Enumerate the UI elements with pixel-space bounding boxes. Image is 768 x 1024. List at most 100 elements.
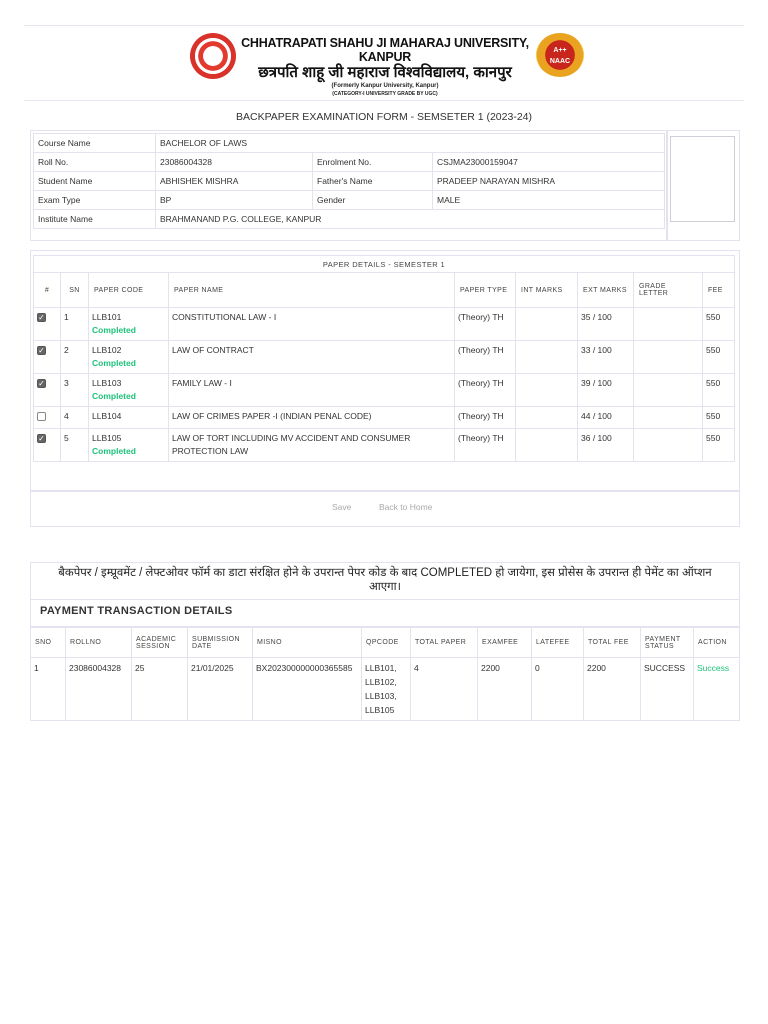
paper-checkbox[interactable] bbox=[37, 412, 46, 421]
university-name-hi: छत्रपति शाहू जी महाराज विश्वविद्यालय, का… bbox=[258, 64, 512, 81]
naac-grade: A++ bbox=[553, 47, 567, 54]
notice-text: बैकपेपर / इम्प्रूवमेंट / लेफ्टओवर फॉर्म … bbox=[30, 562, 740, 600]
paper-checkbox[interactable]: ✓ bbox=[37, 313, 46, 322]
column-header: GRADE LETTER bbox=[633, 272, 703, 308]
institute-name: BRAHMANAND P.G. COLLEGE, KANPUR bbox=[155, 209, 665, 229]
column-header: PAPER CODE bbox=[88, 272, 169, 308]
father-name: PRADEEP NARAYAN MISHRA bbox=[432, 171, 665, 191]
university-logo bbox=[190, 33, 236, 79]
paper-grade bbox=[633, 307, 703, 341]
enrolment-no: CSJMA23000159047 bbox=[432, 152, 665, 172]
payment-title: PAYMENT TRANSACTION DETAILS bbox=[30, 600, 740, 627]
column-header: INT MARKS bbox=[515, 272, 578, 308]
paper-ext: 39 / 100 bbox=[577, 373, 634, 407]
paper-checkbox[interactable]: ✓ bbox=[37, 346, 46, 355]
label: Roll No. bbox=[33, 152, 156, 172]
column-header: TOTAL PAPER bbox=[410, 627, 478, 658]
column-header: LATEFEE bbox=[531, 627, 584, 658]
payment-cell: 21/01/2025 bbox=[187, 657, 253, 721]
roll-no: 23086004328 bbox=[155, 152, 313, 172]
paper-code: LLB105 Completed bbox=[88, 428, 169, 462]
column-header: QPCODE bbox=[361, 627, 411, 658]
divider bbox=[666, 130, 668, 241]
paper-grade bbox=[633, 373, 703, 407]
paper-code: LLB105 bbox=[92, 433, 122, 443]
column-header: SUBMISSION DATE bbox=[187, 627, 253, 658]
formerly-text: (Formerly Kanpur University, Kanpur) bbox=[331, 83, 439, 89]
paper-ext: 36 / 100 bbox=[577, 428, 634, 462]
column-header: MISNO bbox=[252, 627, 362, 658]
paper-ext: 44 / 100 bbox=[577, 406, 634, 429]
action-link[interactable]: Success bbox=[693, 657, 740, 721]
university-name: CHHATRAPATI SHAHU JI MAHARAJ UNIVERSITY,… bbox=[240, 36, 530, 97]
gender: MALE bbox=[432, 190, 665, 210]
select-cell bbox=[33, 406, 61, 429]
paper-int bbox=[515, 340, 578, 374]
table-row: 4 LLB104 LAW OF CRIMES PAPER -I (INDIAN PE… bbox=[33, 406, 735, 429]
payment-cell: 1 bbox=[30, 657, 66, 721]
student-info-table: Course Name BACHELOR OF LAWS Roll No. 2308… bbox=[33, 133, 665, 229]
label: Gender bbox=[312, 190, 433, 210]
column-header: # bbox=[33, 272, 61, 308]
paper-fee: 550 bbox=[702, 373, 735, 407]
paper-code: LLB102 Completed bbox=[88, 340, 169, 374]
paper-code: LLB104 bbox=[92, 411, 122, 421]
category-text: (CATEGORY-I UNIVERSITY GRADE BY UGC) bbox=[332, 91, 438, 97]
paper-name: LAW OF TORT INCLUDING MV ACCIDENT AND CO… bbox=[168, 428, 455, 462]
paper-grade bbox=[633, 340, 703, 374]
select-cell: ✓ bbox=[33, 340, 61, 374]
naac-label: NAAC bbox=[549, 58, 571, 65]
paper-checkbox[interactable]: ✓ bbox=[37, 379, 46, 388]
paper-fee: 550 bbox=[702, 307, 735, 341]
paper-fee: 550 bbox=[702, 406, 735, 429]
exam-type: BP bbox=[155, 190, 313, 210]
paper-type: (Theory) TH bbox=[454, 406, 516, 429]
column-header: ACTION bbox=[693, 627, 740, 658]
status-completed: Completed bbox=[92, 391, 136, 401]
column-header: ROLLNO bbox=[65, 627, 132, 658]
paper-sn: 4 bbox=[60, 406, 89, 429]
table-row: ✓ 1 LLB101 Completed CONSTITUTIONAL LAW - I(… bbox=[33, 307, 735, 341]
paper-grade bbox=[633, 428, 703, 462]
column-header: ACADEMIC SESSION bbox=[131, 627, 188, 658]
label: Course Name bbox=[33, 133, 156, 153]
column-header: EXT MARKS bbox=[577, 272, 634, 308]
payment-table: SNO ROLLNO ACADEMIC SESSION SUBMISSION DATE… bbox=[30, 627, 740, 721]
paper-int bbox=[515, 307, 578, 341]
status-completed: Completed bbox=[92, 325, 136, 335]
payment-cell: 2200 bbox=[477, 657, 532, 721]
paper-type: (Theory) TH bbox=[454, 307, 516, 341]
paper-code: LLB101 Completed bbox=[88, 307, 169, 341]
select-cell: ✓ bbox=[33, 307, 61, 341]
paper-ext: 33 / 100 bbox=[577, 340, 634, 374]
paper-int bbox=[515, 406, 578, 429]
paper-fee: 550 bbox=[702, 340, 735, 374]
save-button[interactable]: Save bbox=[332, 502, 351, 512]
photo-placeholder bbox=[670, 136, 735, 222]
paper-checkbox[interactable]: ✓ bbox=[37, 434, 46, 443]
payment-cell: 0 bbox=[531, 657, 584, 721]
paper-sn: 1 bbox=[60, 307, 89, 341]
payment-cell: 4 bbox=[410, 657, 478, 721]
label: Enrolment No. bbox=[312, 152, 433, 172]
paper-int bbox=[515, 373, 578, 407]
label: Institute Name bbox=[33, 209, 156, 229]
label: Father's Name bbox=[312, 171, 433, 191]
course-name: BACHELOR OF LAWS bbox=[155, 133, 665, 153]
university-name-en: CHHATRAPATI SHAHU JI MAHARAJ UNIVERSITY,… bbox=[241, 36, 529, 64]
payment-cell: BX202300000000365585 bbox=[252, 657, 362, 721]
paper-code: LLB104 bbox=[88, 406, 169, 429]
paper-details-title: PAPER DETAILS - SEMESTER 1 bbox=[33, 255, 735, 273]
paper-code: LLB102 bbox=[92, 345, 122, 355]
paper-name: CONSTITUTIONAL LAW - I bbox=[168, 307, 455, 341]
paper-fee: 550 bbox=[702, 428, 735, 462]
paper-name: LAW OF CONTRACT bbox=[168, 340, 455, 374]
column-header: EXAMFEE bbox=[477, 627, 532, 658]
naac-badge: A++ NAAC bbox=[536, 33, 584, 77]
back-to-home-button[interactable]: Back to Home bbox=[379, 502, 432, 512]
paper-grade bbox=[633, 406, 703, 429]
paper-code: LLB103 Completed bbox=[88, 373, 169, 407]
paper-name: LAW OF CRIMES PAPER -I (INDIAN PENAL COD… bbox=[168, 406, 455, 429]
select-cell: ✓ bbox=[33, 373, 61, 407]
column-header: PAPER TYPE bbox=[454, 272, 516, 308]
